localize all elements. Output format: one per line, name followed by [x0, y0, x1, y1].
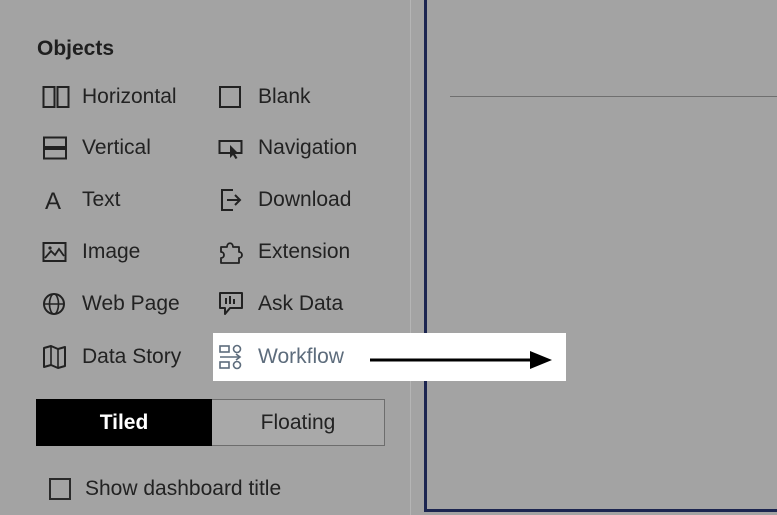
show-dashboard-title-option[interactable]: Show dashboard title: [49, 477, 281, 501]
workflow-icon: [218, 344, 250, 370]
object-label: Ask Data: [258, 292, 344, 315]
tiled-button[interactable]: Tiled: [36, 399, 212, 446]
object-navigation[interactable]: Navigation: [218, 133, 357, 163]
object-label: Download: [258, 188, 352, 211]
dashboard-canvas[interactable]: [424, 0, 777, 512]
blank-icon: [218, 84, 250, 110]
show-title-checkbox[interactable]: [49, 478, 71, 500]
arrow-right-icon: [370, 351, 552, 369]
object-blank[interactable]: Blank: [218, 82, 311, 112]
object-vertical[interactable]: Vertical: [42, 133, 151, 163]
object-label: Horizontal: [82, 85, 177, 108]
object-download[interactable]: Download: [218, 185, 351, 215]
object-label: Text: [82, 188, 121, 211]
object-horizontal[interactable]: Horizontal: [42, 82, 177, 112]
image-icon: [42, 239, 74, 265]
svg-text:A: A: [45, 188, 61, 213]
object-label: Blank: [258, 85, 311, 108]
object-label: Web Page: [82, 292, 180, 315]
object-text[interactable]: A Text: [42, 185, 121, 215]
floating-button[interactable]: Floating: [212, 399, 385, 446]
object-label: Image: [82, 240, 141, 263]
object-label: Vertical: [82, 136, 151, 159]
horizontal-icon: [42, 84, 74, 110]
object-label: Navigation: [258, 136, 358, 159]
extension-icon: [218, 239, 250, 265]
show-title-label: Show dashboard title: [85, 477, 282, 500]
web-page-icon: [42, 291, 74, 317]
text-icon: A: [42, 187, 74, 213]
object-label: Data Story: [82, 345, 182, 368]
navigation-icon: [218, 135, 250, 161]
object-extension[interactable]: Extension: [218, 237, 350, 267]
canvas-guide-line: [450, 96, 777, 97]
object-image[interactable]: Image: [42, 237, 140, 267]
panel-separator[interactable]: [410, 0, 424, 515]
data-story-icon: [42, 344, 74, 370]
objects-title: Objects: [37, 37, 115, 60]
object-ask-data[interactable]: Ask Data: [218, 289, 343, 319]
object-label: Workflow: [258, 345, 344, 368]
object-label: Extension: [258, 240, 351, 263]
object-data-story[interactable]: Data Story: [42, 342, 181, 372]
ask-data-icon: [218, 291, 250, 317]
download-icon: [218, 187, 250, 213]
object-workflow[interactable]: Workflow: [218, 342, 344, 372]
object-web-page[interactable]: Web Page: [42, 289, 180, 319]
vertical-icon: [42, 135, 74, 161]
